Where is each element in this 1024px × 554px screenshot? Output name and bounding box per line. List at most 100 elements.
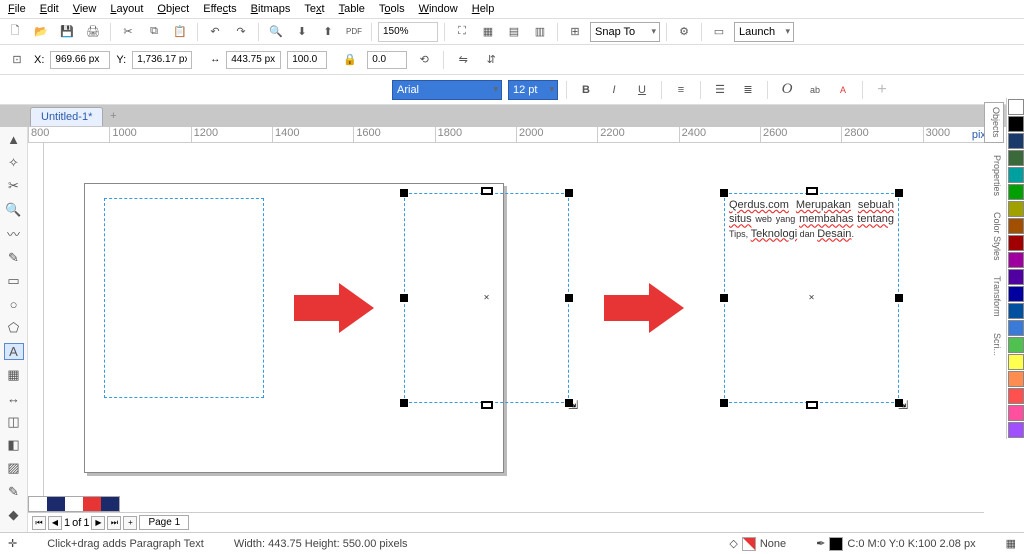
rulers-icon[interactable]: ▦ — [477, 21, 499, 43]
text-options-icon[interactable]: A — [832, 79, 854, 101]
canvas[interactable]: × ⇲ Qerdus.com Merupakan sebuah situs we… — [44, 143, 1024, 527]
dimension-tool-icon[interactable]: ↔ — [4, 390, 24, 407]
palette-swatch[interactable] — [1008, 388, 1024, 404]
underline-button[interactable]: U — [631, 79, 653, 101]
palette-swatch[interactable] — [1008, 422, 1024, 438]
fill-indicator[interactable]: ◇None — [729, 537, 786, 551]
fontsize-dropdown[interactable]: 12 pt — [508, 80, 558, 100]
palette-swatch[interactable] — [1008, 354, 1024, 370]
next-page-button[interactable]: ▶ — [91, 516, 105, 530]
palette-swatch[interactable] — [1008, 133, 1024, 149]
export-icon[interactable]: ⬆ — [317, 21, 339, 43]
palette-swatch[interactable] — [1008, 320, 1024, 336]
text-frame-3[interactable]: Qerdus.com Merupakan sebuah situs web ya… — [724, 193, 899, 403]
docker-colorstyles[interactable]: Color Styles — [984, 208, 1004, 265]
redo-icon[interactable]: ↷ — [230, 21, 252, 43]
docpal-swatch[interactable] — [29, 497, 47, 511]
transparency-tool-icon[interactable]: ▨ — [4, 460, 24, 477]
bold-button[interactable]: B — [575, 79, 597, 101]
palette-swatch[interactable] — [1008, 184, 1024, 200]
palette-swatch[interactable] — [1008, 235, 1024, 251]
menu-help[interactable]: Help — [472, 3, 495, 15]
add-page-button[interactable]: + — [123, 516, 137, 530]
menu-object[interactable]: Object — [157, 3, 189, 15]
text-tool-icon[interactable]: A — [4, 343, 24, 361]
eyedropper-tool-icon[interactable]: ✎ — [4, 483, 24, 500]
artistic-media-icon[interactable]: ✎ — [4, 249, 24, 266]
mirror-v-icon[interactable]: ⇵ — [480, 49, 502, 71]
import-icon[interactable]: ⬇ — [291, 21, 313, 43]
text-frame-1[interactable] — [104, 198, 264, 398]
search-icon[interactable]: 🔍 — [265, 21, 287, 43]
cut-icon[interactable]: ✂ — [117, 21, 139, 43]
docker-scripts[interactable]: Scri... — [984, 329, 1004, 360]
outline-indicator[interactable]: ✒C:0 M:0 Y:0 K:100 2.08 px — [816, 537, 975, 551]
snap-dropdown[interactable]: Snap To — [590, 22, 660, 42]
menu-effects[interactable]: Effects — [203, 3, 236, 15]
menu-edit[interactable]: Edit — [40, 3, 59, 15]
docpal-swatch[interactable] — [47, 497, 65, 511]
freehand-tool-icon[interactable]: 〰 — [4, 224, 24, 243]
menu-layout[interactable]: Layout — [110, 3, 143, 15]
save-icon[interactable]: 💾 — [56, 21, 78, 43]
align-icon[interactable]: ≡ — [670, 79, 692, 101]
palette-swatch[interactable] — [1008, 371, 1024, 387]
x-input[interactable] — [50, 51, 110, 69]
menu-text[interactable]: Text — [304, 3, 324, 15]
grid-icon[interactable]: ▤ — [503, 21, 525, 43]
palette-swatch[interactable] — [1008, 337, 1024, 353]
open-icon[interactable]: 📂 — [30, 21, 52, 43]
palette-swatch[interactable] — [1008, 218, 1024, 234]
palette-swatch[interactable] — [1008, 99, 1024, 115]
color-proof-icon[interactable]: ▦ — [1006, 537, 1016, 550]
palette-swatch[interactable] — [1008, 303, 1024, 319]
zoom-tool-icon[interactable]: 🔍 — [4, 201, 24, 218]
pdf-icon[interactable]: PDF — [343, 21, 365, 43]
docker-objects[interactable]: Objects — [984, 102, 1004, 143]
docker-transform[interactable]: Transform — [984, 272, 1004, 321]
copy-icon[interactable]: ⧉ — [143, 21, 165, 43]
first-page-button[interactable]: ⏮ — [32, 516, 46, 530]
polygon-tool-icon[interactable]: ⬠ — [4, 319, 24, 336]
options-icon[interactable]: ⚙ — [673, 21, 695, 43]
docpal-swatch[interactable] — [65, 497, 83, 511]
prev-page-button[interactable]: ◀ — [48, 516, 62, 530]
launch-dropdown[interactable]: Launch — [734, 22, 794, 42]
scalex-input[interactable] — [287, 51, 327, 69]
add-button[interactable]: + — [871, 79, 893, 101]
width-input[interactable] — [226, 51, 281, 69]
palette-swatch[interactable] — [1008, 269, 1024, 285]
y-input[interactable] — [132, 51, 192, 69]
docker-properties[interactable]: Properties — [984, 151, 1004, 200]
ab-icon[interactable]: ab — [804, 79, 826, 101]
docpal-swatch[interactable] — [101, 497, 119, 511]
menu-file[interactable]: File — [8, 3, 26, 15]
bullets-icon[interactable]: ☰ — [709, 79, 731, 101]
zoom-input[interactable] — [378, 22, 438, 42]
italic-button[interactable]: I — [603, 79, 625, 101]
fullscreen-icon[interactable]: ⛶ — [451, 21, 473, 43]
pick-tool-icon[interactable]: ▲ — [4, 131, 24, 148]
rotate-input[interactable] — [367, 51, 407, 69]
connector-tool-icon[interactable]: ◫ — [4, 413, 24, 430]
palette-swatch[interactable] — [1008, 405, 1024, 421]
menu-view[interactable]: View — [73, 3, 97, 15]
rectangle-tool-icon[interactable]: ▭ — [4, 273, 24, 290]
document-tab[interactable]: Untitled-1* — [30, 107, 103, 126]
new-tab-button[interactable]: + — [103, 110, 123, 122]
palette-swatch[interactable] — [1008, 116, 1024, 132]
palette-swatch[interactable] — [1008, 201, 1024, 217]
palette-swatch[interactable] — [1008, 150, 1024, 166]
dropcap-icon[interactable]: O — [776, 79, 798, 101]
table-tool-icon[interactable]: ▦ — [4, 366, 24, 383]
canvas-area[interactable]: 800 1000 1200 1400 1600 1800 2000 2200 2… — [28, 127, 1024, 547]
menu-window[interactable]: Window — [419, 3, 458, 15]
palette-swatch[interactable] — [1008, 286, 1024, 302]
menu-bitmaps[interactable]: Bitmaps — [251, 3, 291, 15]
palette-swatch[interactable] — [1008, 252, 1024, 268]
paste-icon[interactable]: 📋 — [169, 21, 191, 43]
palette-swatch[interactable] — [1008, 167, 1024, 183]
shape-tool-icon[interactable]: ✧ — [4, 154, 24, 171]
snap-icon[interactable]: ⊞ — [564, 21, 586, 43]
last-page-button[interactable]: ⏭ — [107, 516, 121, 530]
